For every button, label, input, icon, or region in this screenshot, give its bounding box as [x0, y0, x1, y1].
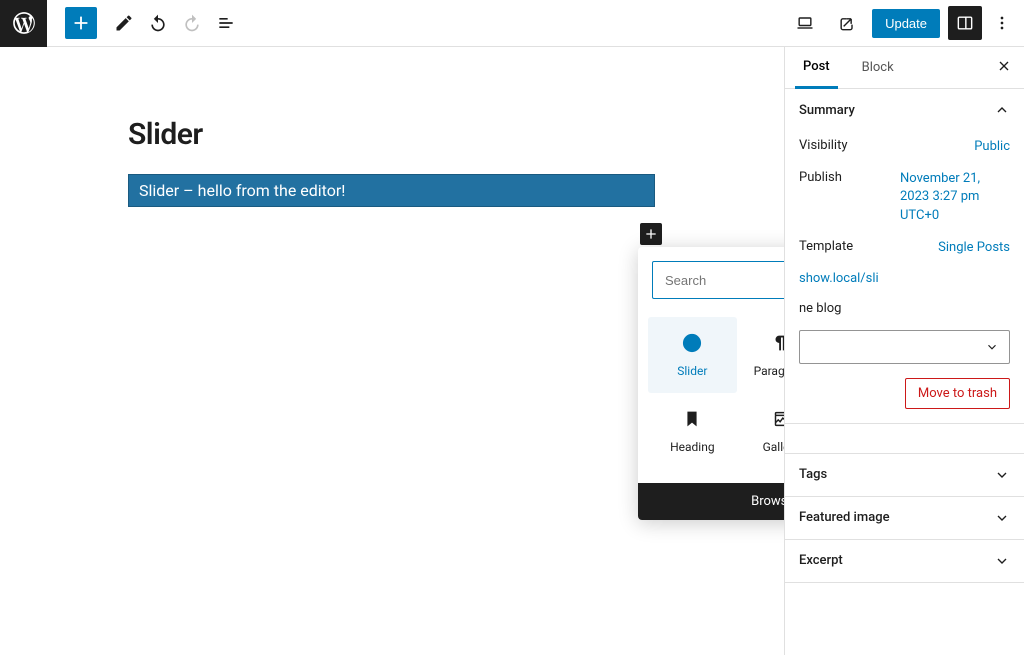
move-to-trash-button[interactable]: Move to trash: [905, 378, 1010, 409]
inserter-item-label: Paragraph: [754, 364, 784, 378]
inserter-grid: Slider Paragraph Image Heading Gallery: [638, 313, 784, 483]
inserter-item-label: Gallery: [763, 440, 784, 454]
field-template: Template Single Posts: [799, 232, 1010, 264]
field-value[interactable]: Public: [974, 138, 1010, 156]
preview-button[interactable]: [830, 6, 864, 40]
panel-header-tags[interactable]: Tags: [785, 454, 1024, 496]
inserter-search[interactable]: [652, 261, 784, 299]
author-select[interactable]: [799, 330, 1010, 364]
update-button[interactable]: Update: [872, 9, 940, 38]
editor-canvas: Slider Slider – hello from the editor! S…: [0, 47, 784, 655]
pencil-icon: [114, 13, 134, 33]
browse-all-button[interactable]: Browse all: [638, 483, 784, 520]
bookmark-icon: [681, 408, 703, 430]
field-label: Publish: [799, 170, 842, 225]
inserter-item-label: Slider: [677, 364, 707, 378]
inserter-item-paragraph[interactable]: Paragraph: [737, 317, 784, 393]
panel-body-summary: Visibility Public Publish November 21, 2…: [785, 131, 1024, 423]
wordpress-icon: [11, 10, 37, 36]
inserter-item-gallery[interactable]: Gallery: [737, 393, 784, 469]
inserter-item-heading[interactable]: Heading: [648, 393, 737, 469]
sidebar-icon: [955, 13, 975, 33]
chevron-down-icon: [994, 510, 1010, 526]
top-toolbar: Update: [0, 0, 1024, 47]
options-button[interactable]: [990, 13, 1014, 33]
panel-tags: Tags: [785, 454, 1024, 497]
page-title[interactable]: Slider: [128, 117, 784, 152]
kebab-icon: [992, 13, 1012, 33]
sidebar-tabs: Post Block: [785, 47, 1024, 89]
field-value[interactable]: November 21, 2023 3:27 pm UTC+0: [900, 170, 1010, 225]
plus-icon: [70, 12, 92, 34]
panel-title: Summary: [799, 103, 855, 118]
redo-button[interactable]: [175, 6, 209, 40]
toolbar-left: [0, 0, 243, 46]
chevron-down-icon: [985, 340, 999, 354]
settings-sidebar: Post Block Summary Visibility Public Pub…: [784, 47, 1024, 655]
tab-block[interactable]: Block: [854, 47, 902, 88]
inline-add-button[interactable]: [640, 223, 662, 245]
chevron-up-icon: [994, 102, 1010, 118]
laptop-icon: [795, 13, 815, 33]
undo-button[interactable]: [141, 6, 175, 40]
stick-row: ne blog: [799, 293, 1010, 330]
field-visibility: Visibility Public: [799, 131, 1010, 163]
panel-featured-image: Featured image: [785, 497, 1024, 540]
panel-title: Tags: [799, 467, 827, 482]
panel-header-summary[interactable]: Summary: [785, 89, 1024, 131]
redo-icon: [182, 13, 202, 33]
inserter-item-slider[interactable]: Slider: [648, 317, 737, 393]
edit-tool-button[interactable]: [107, 6, 141, 40]
block-inserter-popup: Slider Paragraph Image Heading Gallery: [638, 247, 784, 520]
inserter-item-label: Heading: [670, 440, 715, 454]
field-label: Template: [799, 239, 853, 257]
close-sidebar-button[interactable]: [996, 58, 1012, 78]
panel-title: Excerpt: [799, 553, 843, 568]
toolbar-right: Update: [788, 6, 1024, 40]
search-input[interactable]: [665, 273, 784, 288]
add-block-button[interactable]: [65, 7, 97, 39]
chevron-down-icon: [994, 467, 1010, 483]
smiley-icon: [681, 332, 703, 354]
plus-icon: [643, 226, 659, 242]
list-icon: [216, 13, 236, 33]
field-value[interactable]: Single Posts: [938, 239, 1010, 257]
panel-header-excerpt[interactable]: Excerpt: [785, 540, 1024, 582]
gallery-icon: [770, 408, 784, 430]
undo-icon: [148, 13, 168, 33]
panel-title: Featured image: [799, 510, 890, 525]
panel-excerpt: Excerpt: [785, 540, 1024, 583]
chevron-down-icon: [994, 553, 1010, 569]
settings-toggle-button[interactable]: [948, 6, 982, 40]
panel-summary: Summary Visibility Public Publish Novemb…: [785, 89, 1024, 424]
wordpress-logo[interactable]: [0, 0, 47, 47]
tab-post[interactable]: Post: [795, 48, 838, 89]
slider-block[interactable]: Slider – hello from the editor!: [128, 174, 655, 207]
paragraph-icon: [770, 332, 784, 354]
close-icon: [996, 58, 1012, 74]
panel-header-featured[interactable]: Featured image: [785, 497, 1024, 539]
document-overview-button[interactable]: [209, 6, 243, 40]
field-publish: Publish November 21, 2023 3:27 pm UTC+0: [799, 163, 1010, 232]
external-link-icon: [837, 13, 857, 33]
permalink-value[interactable]: show.local/sli: [799, 264, 1010, 293]
view-button[interactable]: [788, 6, 822, 40]
field-label: Visibility: [799, 138, 848, 156]
